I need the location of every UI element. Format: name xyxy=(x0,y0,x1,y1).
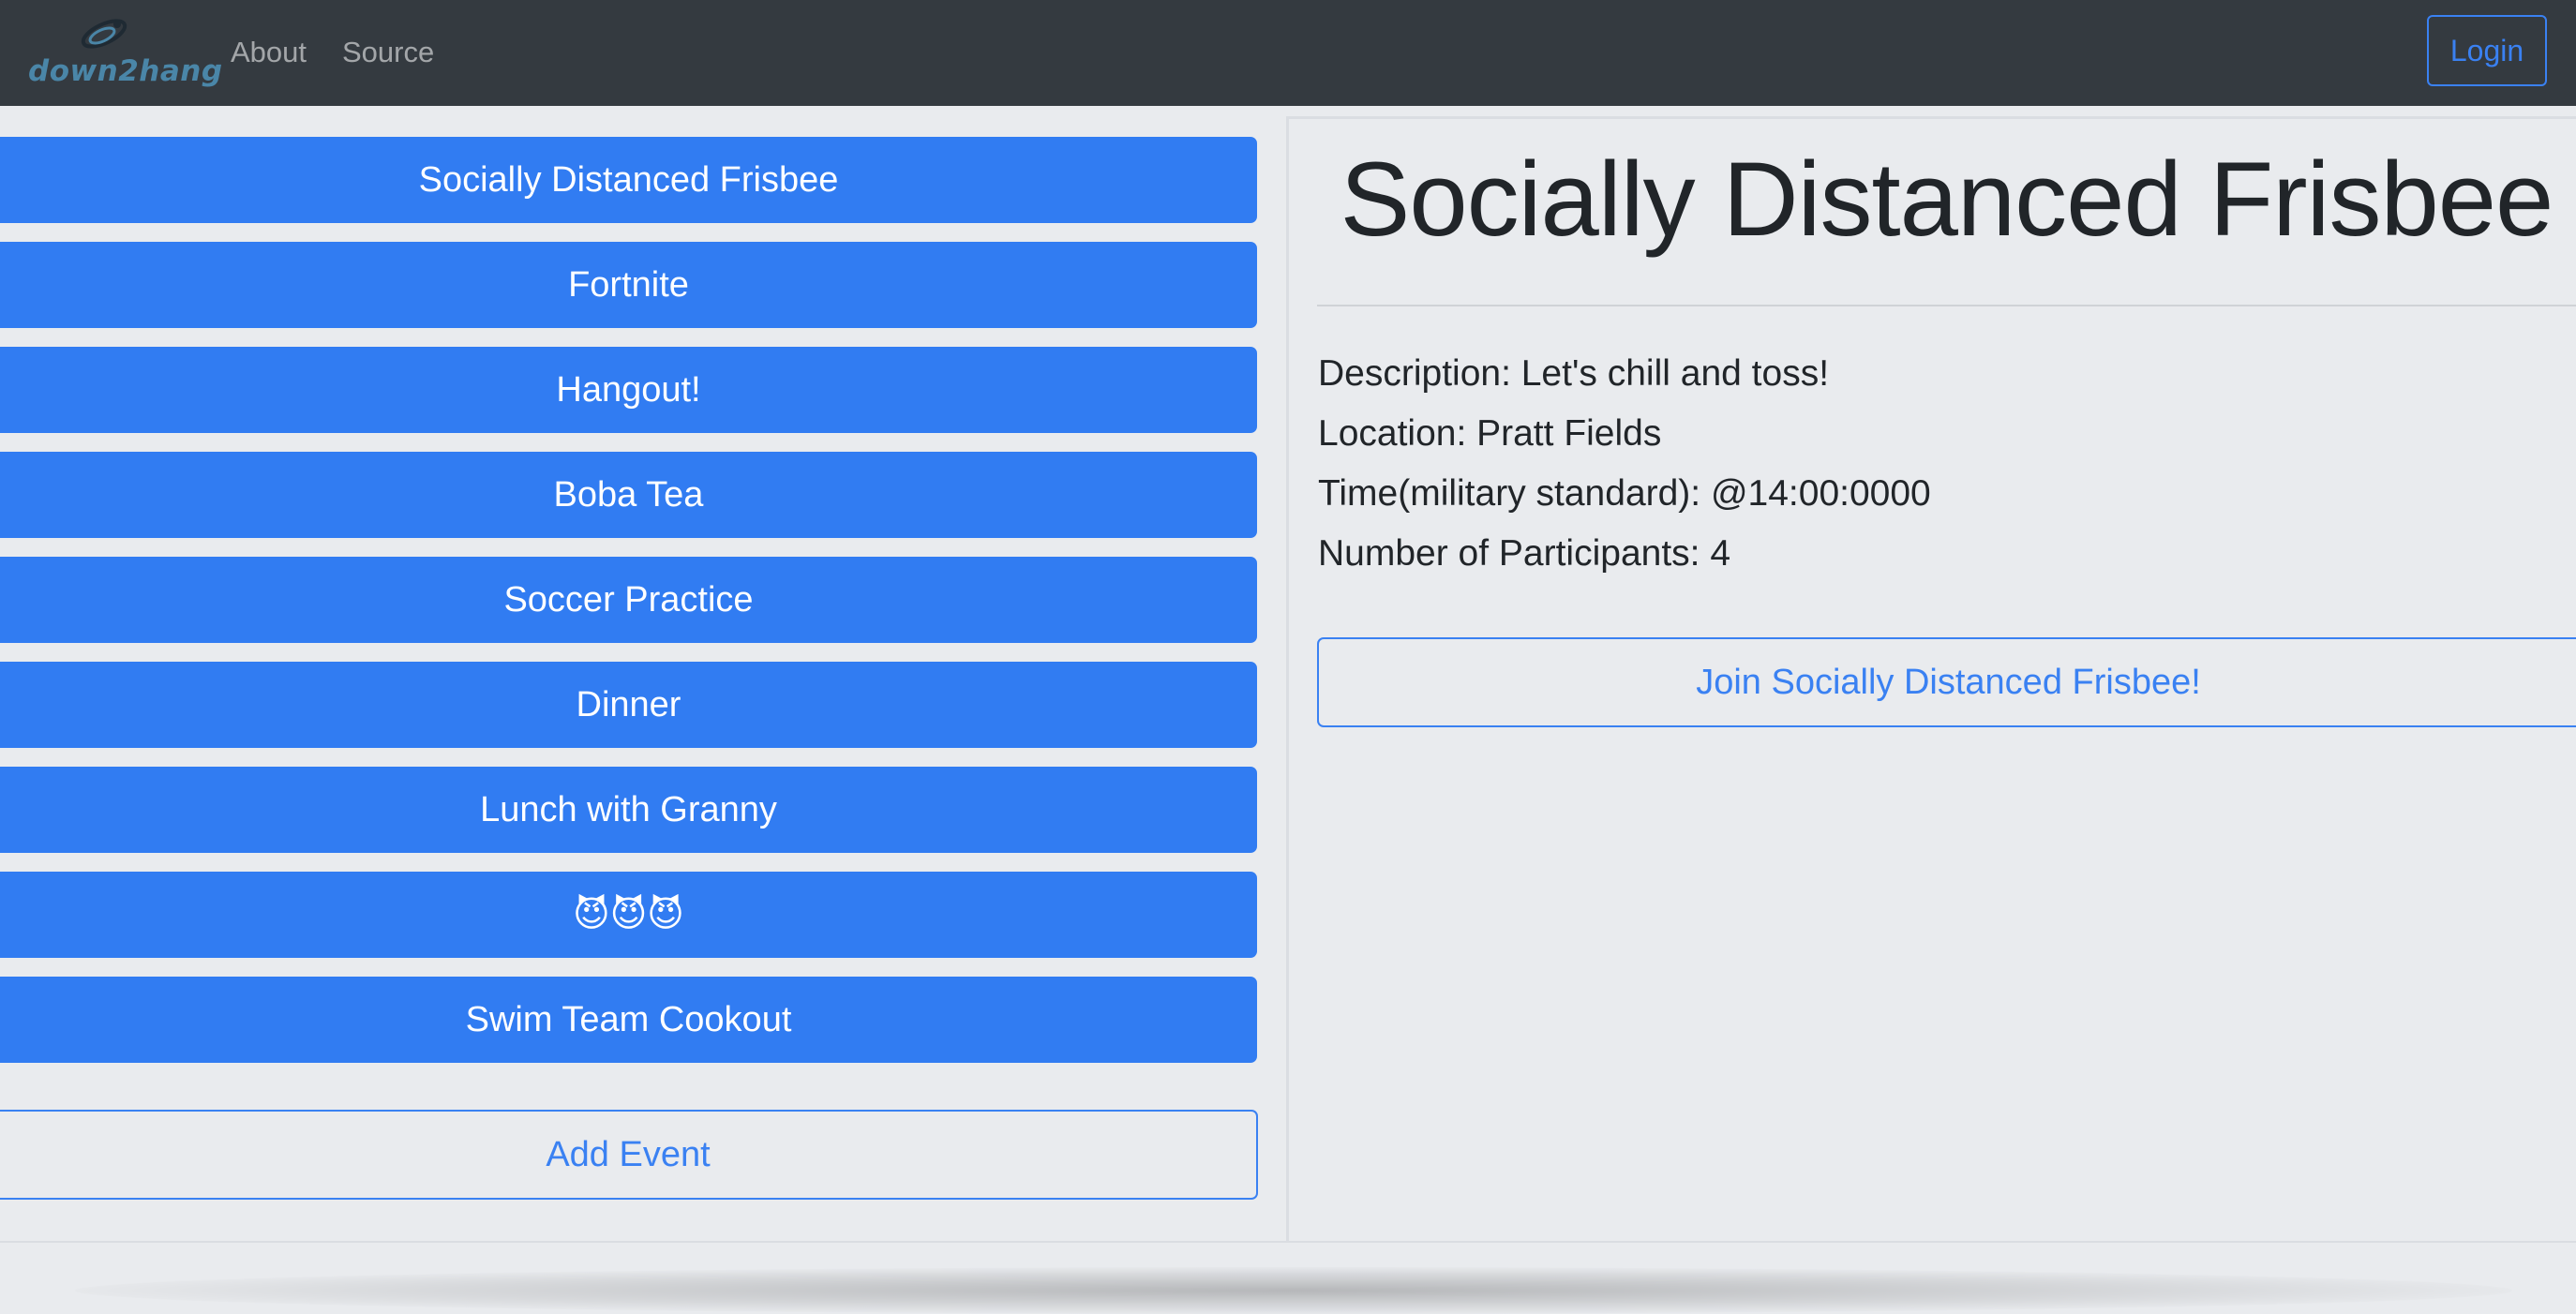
event-button-lunch-with-granny[interactable]: Lunch with Granny xyxy=(0,767,1257,853)
event-button-dinner[interactable]: Dinner xyxy=(0,662,1257,748)
event-button-hangout[interactable]: Hangout! xyxy=(0,347,1257,433)
event-participants: Number of Participants: 4 xyxy=(1318,533,1731,574)
panel-divider-bottom xyxy=(0,1241,2576,1243)
event-button-fortnite[interactable]: Fortnite xyxy=(0,242,1257,328)
title-divider xyxy=(1317,305,2576,306)
join-event-button[interactable]: Join Socially Distanced Frisbee! xyxy=(1317,637,2576,727)
join-event-label: Join Socially Distanced Frisbee! xyxy=(1696,663,2201,702)
bottom-shadow xyxy=(75,1267,2512,1314)
logo-text: down2hang xyxy=(28,54,223,88)
event-button-soccer-practice[interactable]: Soccer Practice xyxy=(0,557,1257,643)
panel-divider xyxy=(1286,118,1289,1241)
event-button-swim-team-cookout[interactable]: Swim Team Cookout xyxy=(0,977,1257,1063)
logo-swoosh-icon xyxy=(81,19,127,49)
navbar: down2hang About Source Login xyxy=(0,0,2576,106)
login-button[interactable]: Login xyxy=(2427,15,2547,86)
event-button-boba-tea[interactable]: Boba Tea xyxy=(0,452,1257,538)
nav-link-source[interactable]: Source xyxy=(342,34,434,71)
event-description: Description: Let's chill and toss! xyxy=(1318,353,1830,394)
event-time: Time(military standard): @14:00:0000 xyxy=(1318,473,1931,514)
panel-divider-top xyxy=(1286,116,2576,119)
logo[interactable]: down2hang xyxy=(24,13,222,92)
event-title: Socially Distanced Frisbee xyxy=(1340,141,2554,258)
nav-link-about[interactable]: About xyxy=(231,34,307,71)
event-button-socially-distanced-frisbee[interactable]: Socially Distanced Frisbee xyxy=(0,137,1257,223)
add-event-button[interactable]: Add Event xyxy=(0,1110,1258,1200)
event-button-devil-emojis[interactable]: 😈😈😈 xyxy=(0,872,1257,958)
event-location: Location: Pratt Fields xyxy=(1318,413,1662,454)
